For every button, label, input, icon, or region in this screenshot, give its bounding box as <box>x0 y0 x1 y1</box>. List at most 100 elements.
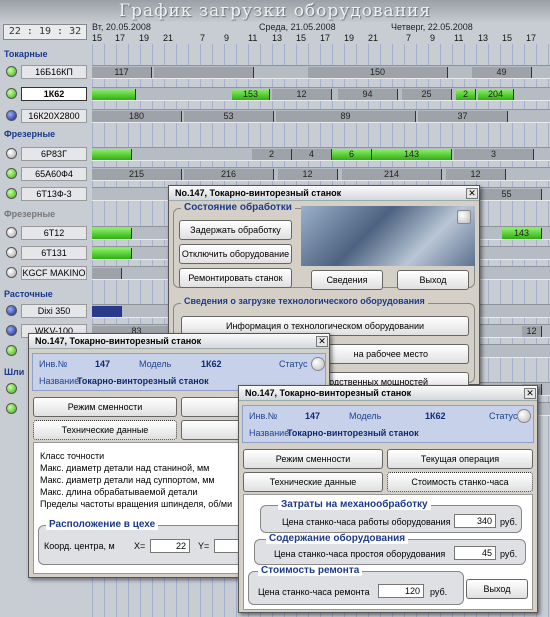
load-segment[interactable]: 215 <box>92 169 182 180</box>
status-dot-icon[interactable] <box>6 88 17 99</box>
x-field[interactable]: 22 <box>150 539 190 553</box>
load-segment[interactable]: 6 <box>332 149 372 160</box>
machine-row[interactable]: KGCF MAKINO <box>0 264 90 282</box>
machine-name[interactable]: KGCF MAKINO <box>21 266 87 280</box>
load-segment[interactable]: 53 <box>184 111 274 122</box>
load-segment[interactable]: 37 <box>418 111 508 122</box>
machine-row[interactable]: 1К62 <box>0 85 90 103</box>
machine-row[interactable]: 16К20Х2800 <box>0 107 90 125</box>
load-segment[interactable]: 143 <box>502 228 542 239</box>
current-op-button[interactable]: Текущая операция <box>387 449 533 469</box>
delay-processing-button[interactable]: Задержать обработку <box>179 220 292 240</box>
load-segment[interactable]: 12 <box>272 89 332 100</box>
load-segment[interactable]: 2 <box>252 149 292 160</box>
day-header: Вт, 20.05.2008 Среда, 21.05.2008 Четверг… <box>92 22 550 33</box>
load-segment[interactable] <box>92 268 122 279</box>
machine-row[interactable]: 65А60Ф4 <box>0 165 90 183</box>
machine-row[interactable]: Dixi 350 <box>0 302 90 320</box>
hour-label: 9 <box>224 33 230 43</box>
load-segment[interactable] <box>92 149 132 160</box>
status-dot-icon[interactable] <box>6 168 17 179</box>
machine-name[interactable]: 6Т12 <box>21 226 87 240</box>
load-segment[interactable] <box>92 89 136 100</box>
load-segment[interactable] <box>154 67 254 78</box>
machine-name[interactable]: 65А60Ф4 <box>21 167 87 181</box>
load-segment[interactable]: 94 <box>338 89 398 100</box>
load-segment[interactable]: 117 <box>92 67 152 78</box>
disable-equipment-button[interactable]: Отключить оборудование <box>179 244 292 264</box>
load-segment[interactable]: 3 <box>454 149 534 160</box>
maint-field[interactable]: 45 <box>454 546 496 560</box>
machine-name[interactable]: 16К20Х2800 <box>21 109 87 123</box>
machine-info-panel: Инв.№ 147 Модель 1К62 Статус Название То… <box>242 405 534 443</box>
load-segment[interactable] <box>92 248 132 259</box>
cost-panel: Затраты на механообработку Цена станко-ч… <box>243 494 533 610</box>
load-segment[interactable]: 214 <box>342 169 442 180</box>
model-value: 1К62 <box>425 411 446 421</box>
load-segment[interactable]: 216 <box>184 169 274 180</box>
status-dot-icon[interactable] <box>6 227 17 238</box>
repair-unit: руб. <box>430 587 448 597</box>
load-segment[interactable]: 153 <box>232 89 270 100</box>
exit-button[interactable]: Выход <box>397 270 469 290</box>
status-dot-icon[interactable] <box>6 148 17 159</box>
cost-label: Затраты на механообработку <box>278 499 431 510</box>
status-dot-icon[interactable] <box>6 247 17 258</box>
status-dot-icon[interactable] <box>6 66 17 77</box>
load-segment[interactable]: 89 <box>276 111 416 122</box>
machine-row[interactable]: 6Р83Г <box>0 145 90 163</box>
shift-mode-button[interactable]: Режим сменности <box>243 449 383 469</box>
status-dot-icon[interactable] <box>6 110 17 121</box>
load-segment[interactable] <box>92 306 122 317</box>
model-value: 1К62 <box>201 359 222 369</box>
status-dot-icon[interactable] <box>6 188 17 199</box>
shift-mode-button[interactable]: Режим сменности <box>33 397 177 417</box>
machine-row[interactable]: 6Т131 <box>0 244 90 262</box>
machine-cost-window: No.147, Токарно-винторезный станок ✕ Инв… <box>238 385 538 613</box>
machine-row[interactable]: 6Т12 <box>0 224 90 242</box>
cost-tab[interactable]: Стоимость станко-часа <box>387 472 533 492</box>
machine-row[interactable]: 16Б16КП <box>0 63 90 81</box>
info-button[interactable]: Сведения <box>311 270 383 290</box>
load-segment[interactable]: 12 <box>278 169 338 180</box>
status-dot-icon[interactable] <box>6 345 17 356</box>
hour-label: 15 <box>296 33 307 43</box>
status-dot-icon[interactable] <box>6 267 17 278</box>
load-segment[interactable]: 2 <box>456 89 476 100</box>
load-segment[interactable] <box>92 228 132 239</box>
machine-row[interactable]: 6Т13Ф-3 <box>0 185 90 203</box>
repair-machine-button[interactable]: Ремонтировать станок <box>179 268 292 288</box>
machine-name[interactable]: 1К62 <box>21 87 87 101</box>
machine-name[interactable]: 6Т13Ф-3 <box>21 187 87 201</box>
tech-data-tab[interactable]: Технические данные <box>33 420 177 440</box>
close-icon[interactable]: ✕ <box>316 336 328 347</box>
load-segment[interactable]: 25 <box>402 89 452 100</box>
load-segment[interactable]: 204 <box>478 89 514 100</box>
close-icon[interactable]: ✕ <box>466 188 478 199</box>
load-segment[interactable]: 143 <box>372 149 452 160</box>
machine-name[interactable]: Dixi 350 <box>21 304 87 318</box>
load-segment[interactable]: 55 <box>472 189 542 200</box>
load-segment[interactable]: 49 <box>472 67 532 78</box>
load-segment[interactable]: 12 <box>446 169 506 180</box>
timeline-track: 180 53 89 37 <box>92 109 550 123</box>
machine-name[interactable]: 6Т131 <box>21 246 87 260</box>
status-dot-icon[interactable] <box>6 325 17 336</box>
status-dot-icon[interactable] <box>6 403 17 414</box>
repair-field[interactable]: 120 <box>378 584 424 598</box>
cost-field[interactable]: 340 <box>454 514 496 528</box>
tech-data-tab[interactable]: Технические данные <box>243 472 383 492</box>
load-segment[interactable]: 12 <box>522 326 542 337</box>
status-dot-icon[interactable] <box>6 305 17 316</box>
load-segment[interactable]: 180 <box>92 111 182 122</box>
exit-button[interactable]: Выход <box>466 579 528 599</box>
load-segment[interactable]: 4 <box>292 149 332 160</box>
status-dot-icon[interactable] <box>6 383 17 394</box>
maint-text: Цена станко-часа простоя оборудования <box>274 549 446 559</box>
load-segment[interactable]: 150 <box>308 67 448 78</box>
machine-name[interactable]: 6Р83Г <box>21 147 87 161</box>
spec-row: Класс точности <box>40 451 105 461</box>
machine-name[interactable]: 16Б16КП <box>21 65 87 79</box>
day-label: Четверг, 22.05.2008 <box>391 22 473 32</box>
close-icon[interactable]: ✕ <box>524 388 536 399</box>
